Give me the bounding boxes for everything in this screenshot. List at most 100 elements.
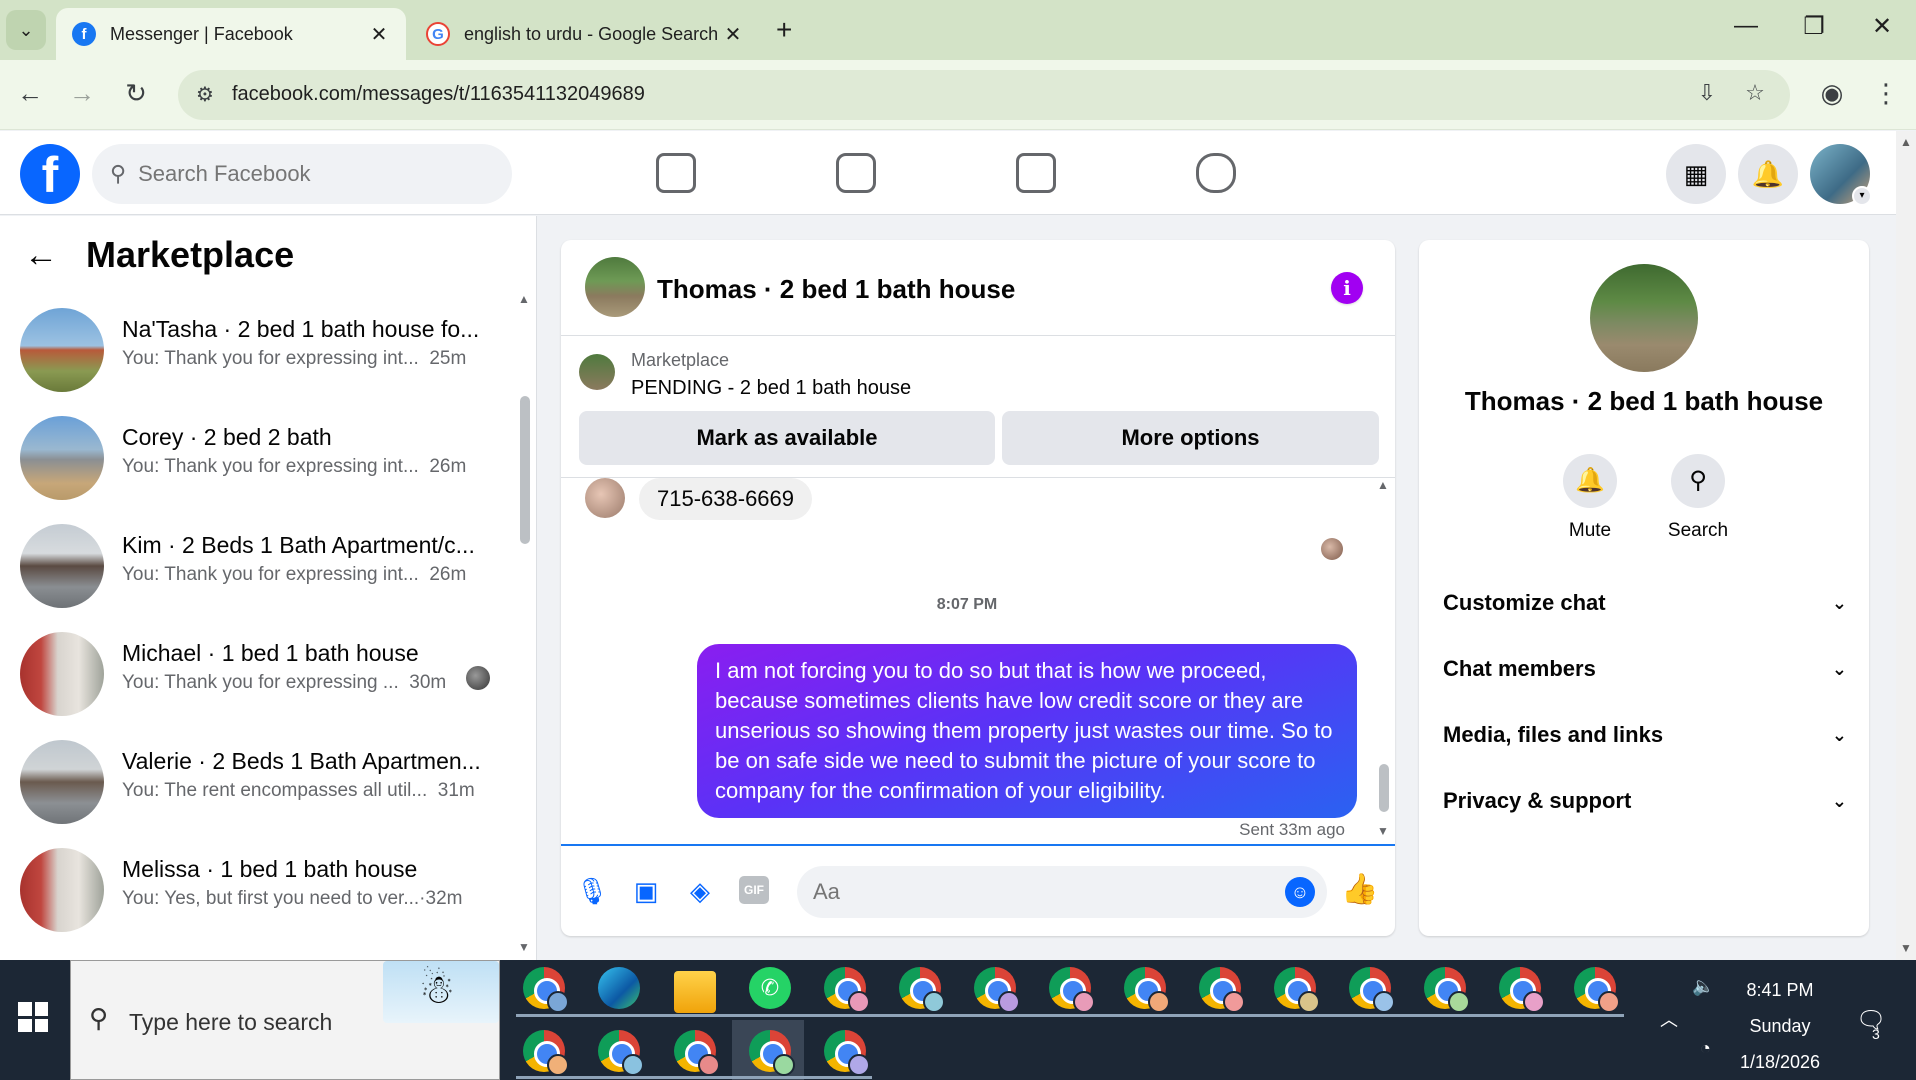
more-options-button[interactable]: More options bbox=[1002, 411, 1379, 465]
more-menu-icon[interactable]: ⋮ bbox=[1868, 78, 1904, 109]
forward-button[interactable]: → bbox=[64, 78, 100, 109]
chrome-app-icon[interactable] bbox=[523, 967, 569, 1013]
gif-button[interactable]: GIF bbox=[739, 876, 769, 904]
photo-icon[interactable]: ▣ bbox=[629, 874, 663, 908]
conversation-item[interactable]: Corey · 2 bed 2 bath You: Thank you for … bbox=[0, 404, 510, 512]
chrome-profile-icon[interactable] bbox=[1049, 967, 1095, 1013]
gaming-icon[interactable] bbox=[1196, 153, 1236, 193]
section-privacy-support[interactable]: Privacy & support ⌄ bbox=[1443, 774, 1853, 828]
close-tab-icon[interactable]: ✕ bbox=[368, 22, 390, 47]
scroll-up-icon[interactable]: ▲ bbox=[518, 292, 530, 306]
thumbs-up-icon[interactable]: 👍 bbox=[1341, 872, 1378, 907]
chrome-profile-icon[interactable] bbox=[1499, 967, 1545, 1013]
show-hidden-icons-chevron[interactable]: ︿ bbox=[1660, 1006, 1678, 1032]
chrome-profile-icon[interactable] bbox=[1349, 967, 1395, 1013]
windows-start-button[interactable] bbox=[18, 1002, 48, 1032]
search-icon[interactable]: ⚲ bbox=[1671, 454, 1725, 508]
chrome-profile-icon[interactable] bbox=[1274, 967, 1320, 1013]
section-customize-chat[interactable]: Customize chat ⌄ bbox=[1443, 576, 1853, 630]
sticker-icon[interactable]: ◈ bbox=[683, 874, 717, 908]
taskbar-search[interactable]: ⚲ Type here to search ☃ bbox=[70, 960, 500, 1080]
chrome-profile-icon[interactable] bbox=[974, 967, 1020, 1013]
facebook-search-input[interactable] bbox=[138, 161, 439, 187]
chat-title[interactable]: Thomas · 2 bed 1 bath house bbox=[657, 274, 1015, 305]
conversation-item[interactable]: Valerie · 2 Beds 1 Bath Apartmen... You:… bbox=[0, 728, 510, 836]
reload-button[interactable]: ↻ bbox=[118, 78, 154, 109]
message-input-box[interactable]: ☺ bbox=[797, 866, 1327, 918]
scroll-thumb[interactable] bbox=[1379, 764, 1389, 812]
chrome-profile-icon[interactable] bbox=[824, 1030, 870, 1076]
message-input[interactable] bbox=[813, 876, 1253, 908]
chrome-profile-icon[interactable] bbox=[1124, 967, 1170, 1013]
facebook-search[interactable]: ⚲ bbox=[92, 144, 512, 204]
taskbar-clock[interactable]: 8:41 PM Sunday 1/18/2026 bbox=[1720, 972, 1840, 1080]
chrome-profile-icon[interactable] bbox=[899, 967, 945, 1013]
emoji-icon[interactable]: ☺ bbox=[1285, 877, 1315, 907]
conversation-item[interactable]: Na'Tasha · 2 bed 1 bath house fo... You:… bbox=[0, 296, 510, 404]
home-icon[interactable] bbox=[656, 153, 696, 193]
video-icon[interactable] bbox=[836, 153, 876, 193]
conversation-item[interactable]: Michael · 1 bed 1 bath house You: Thank … bbox=[0, 620, 510, 728]
profile-icon[interactable]: ◉ bbox=[1814, 78, 1850, 109]
chrome-profile-icon[interactable] bbox=[674, 1030, 720, 1076]
chrome-profile-icon[interactable] bbox=[1199, 967, 1245, 1013]
chrome-profile-icon[interactable] bbox=[523, 1030, 569, 1076]
back-button[interactable]: ← bbox=[12, 78, 48, 109]
wifi-icon[interactable]: ◔ bbox=[1700, 1038, 1711, 1059]
sent-message[interactable]: I am not forcing you to do so but that i… bbox=[697, 644, 1357, 818]
conversation-item[interactable]: Kim · 2 Beds 1 Bath Apartment/c... You: … bbox=[0, 512, 510, 620]
notifications-button[interactable]: 🔔 bbox=[1738, 144, 1798, 204]
chrome-profile-icon[interactable] bbox=[598, 1030, 644, 1076]
mark-as-available-button[interactable]: Mark as available bbox=[579, 411, 995, 465]
section-media-files-links[interactable]: Media, files and links ⌄ bbox=[1443, 708, 1853, 762]
sidebar-scrollbar[interactable]: ▲ ▼ bbox=[518, 292, 532, 954]
chrome-profile-icon[interactable] bbox=[1424, 967, 1470, 1013]
close-window-button[interactable]: ✕ bbox=[1862, 12, 1902, 41]
snowman-search-highlight[interactable]: ☃ bbox=[383, 961, 499, 1023]
bookmark-star-icon[interactable]: ☆ bbox=[1740, 80, 1770, 106]
chrome-active-window-icon[interactable] bbox=[749, 1030, 795, 1076]
mute-action[interactable]: 🔔 Mute bbox=[1545, 454, 1635, 542]
info-icon[interactable]: i bbox=[1331, 272, 1363, 304]
listing-thumbnail[interactable] bbox=[579, 354, 615, 390]
account-avatar[interactable]: ▾ bbox=[1810, 144, 1872, 206]
chat-scrollbar[interactable]: ▲ ▼ bbox=[1377, 478, 1391, 848]
file-explorer-icon[interactable] bbox=[674, 971, 716, 1013]
install-app-icon[interactable]: ⇩ bbox=[1692, 80, 1722, 106]
url-text[interactable]: facebook.com/messages/t/1163541132049689 bbox=[232, 83, 645, 106]
scroll-thumb[interactable] bbox=[520, 396, 530, 544]
scroll-down-icon[interactable]: ▼ bbox=[1377, 824, 1389, 838]
omnibox[interactable]: ⚙ facebook.com/messages/t/11635411320496… bbox=[178, 70, 1790, 120]
restore-button[interactable]: ❐ bbox=[1794, 12, 1834, 41]
section-chat-members[interactable]: Chat members ⌄ bbox=[1443, 642, 1853, 696]
received-message[interactable]: 715-638-6669 bbox=[639, 478, 813, 520]
scroll-down-icon[interactable]: ▼ bbox=[1900, 941, 1912, 955]
menu-grid-button[interactable]: ▦ bbox=[1666, 144, 1726, 204]
scroll-up-icon[interactable]: ▲ bbox=[1900, 135, 1912, 149]
whatsapp-icon[interactable]: ✆ bbox=[749, 967, 791, 1009]
close-tab-icon[interactable]: ✕ bbox=[722, 22, 744, 47]
new-tab-button[interactable]: + bbox=[776, 14, 792, 46]
edge-app-icon[interactable] bbox=[598, 967, 640, 1009]
back-arrow-icon[interactable]: ← bbox=[24, 236, 58, 275]
marketplace-icon[interactable] bbox=[1016, 153, 1056, 193]
chrome-profile-icon[interactable] bbox=[824, 967, 870, 1013]
search-action[interactable]: ⚲ Search bbox=[1653, 454, 1743, 542]
taskbar-search-placeholder[interactable]: Type here to search bbox=[129, 1009, 332, 1036]
conversation-item[interactable]: Melissa · 1 bed 1 bath house You: Yes, b… bbox=[0, 836, 510, 944]
tab-google-search[interactable]: G english to urdu - Google Search ✕ bbox=[410, 8, 760, 60]
site-settings-icon[interactable]: ⚙ bbox=[190, 80, 220, 110]
page-scrollbar[interactable]: ▲ ▼ bbox=[1896, 131, 1916, 960]
facebook-logo[interactable]: f bbox=[20, 144, 80, 204]
chevron-down-icon: ⌄ bbox=[1831, 790, 1847, 811]
microphone-icon[interactable]: 🎙 bbox=[575, 874, 609, 908]
avatar[interactable] bbox=[585, 257, 645, 317]
scroll-up-icon[interactable]: ▲ bbox=[1377, 478, 1389, 492]
tab-messenger[interactable]: f Messenger | Facebook ✕ bbox=[56, 8, 406, 60]
volume-icon[interactable]: 🔈 bbox=[1692, 976, 1714, 997]
minimize-button[interactable]: — bbox=[1726, 12, 1766, 40]
scroll-down-icon[interactable]: ▼ bbox=[518, 940, 530, 954]
chrome-profile-icon[interactable] bbox=[1574, 967, 1620, 1013]
tab-search-dropdown[interactable]: ⌄ bbox=[6, 10, 46, 50]
bell-icon[interactable]: 🔔 bbox=[1563, 454, 1617, 508]
